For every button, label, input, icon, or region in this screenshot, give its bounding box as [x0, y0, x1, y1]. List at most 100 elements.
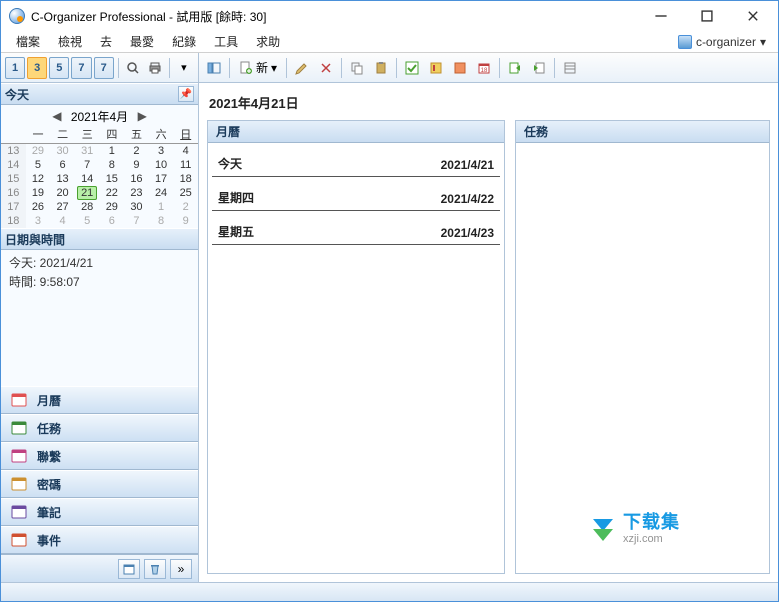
- delete-button[interactable]: [315, 57, 337, 79]
- paste-button[interactable]: [370, 57, 392, 79]
- calendar-day[interactable]: 23: [124, 186, 149, 200]
- maximize-button[interactable]: [684, 1, 730, 31]
- calendar-day[interactable]: 29: [100, 200, 125, 214]
- calendar-day[interactable]: 12: [26, 172, 51, 186]
- calendar-day[interactable]: 6: [50, 158, 75, 172]
- view-1-day-button[interactable]: 1: [5, 57, 25, 79]
- calendar-day[interactable]: 7: [75, 158, 100, 172]
- nav-item-1[interactable]: 任務: [1, 414, 198, 442]
- checkall-button[interactable]: [401, 57, 423, 79]
- next-month-button[interactable]: ▶: [136, 109, 148, 123]
- agenda-row[interactable]: 今天 2021/4/21: [212, 149, 500, 177]
- nav-item-4[interactable]: 筆記: [1, 498, 198, 526]
- calendar-day[interactable]: 4: [50, 214, 75, 228]
- today-date-line: 今天: 2021/4/21: [9, 254, 190, 273]
- menu-view[interactable]: 檢視: [49, 31, 91, 52]
- today-button[interactable]: 18: [473, 57, 495, 79]
- edit-button[interactable]: [291, 57, 313, 79]
- calendar-day[interactable]: 11: [173, 158, 198, 172]
- calendar-day[interactable]: 24: [149, 186, 174, 200]
- copy-button[interactable]: [346, 57, 368, 79]
- search-button[interactable]: [123, 57, 143, 79]
- flag-button[interactable]: [425, 57, 447, 79]
- main-area: 2021年4月21日 月曆 今天 2021/4/21 星期四 2021/4/22…: [199, 83, 778, 582]
- calendar-day[interactable]: 1: [100, 144, 125, 159]
- prev-month-button[interactable]: ◀: [51, 109, 63, 123]
- pin-button[interactable]: 📌: [178, 86, 194, 102]
- calendar-day[interactable]: 13: [50, 172, 75, 186]
- calendar-day[interactable]: 3: [26, 214, 51, 228]
- dropdown-icon: ▾: [760, 35, 766, 49]
- svg-text:18: 18: [481, 68, 488, 74]
- calendar-day[interactable]: 8: [149, 214, 174, 228]
- calendar-day[interactable]: 3: [149, 144, 174, 159]
- calendar-day[interactable]: 29: [26, 144, 51, 159]
- calendar-day[interactable]: 22: [100, 186, 125, 200]
- calendar-day[interactable]: 25: [173, 186, 198, 200]
- mini-calendar[interactable]: 一二三四五六日 13293031123414567891011151213141…: [1, 125, 198, 228]
- calendar-day[interactable]: 28: [75, 200, 100, 214]
- calendar-day[interactable]: 19: [26, 186, 51, 200]
- calendar-day[interactable]: 31: [75, 144, 100, 159]
- menu-go[interactable]: 去: [91, 31, 121, 52]
- view-3-day-button[interactable]: 3: [27, 57, 47, 79]
- menu-help[interactable]: 求助: [247, 31, 289, 52]
- calendar-day[interactable]: 17: [149, 172, 174, 186]
- nav-item-5[interactable]: 事件: [1, 526, 198, 554]
- menu-tools[interactable]: 工具: [205, 31, 247, 52]
- list-view-button[interactable]: [559, 57, 581, 79]
- calendar-day[interactable]: 18: [173, 172, 198, 186]
- view-week-button[interactable]: 7: [71, 57, 91, 79]
- calendar-day[interactable]: 8: [100, 158, 125, 172]
- calendar-day[interactable]: 2: [124, 144, 149, 159]
- calendar-day[interactable]: 2: [173, 200, 198, 214]
- close-button[interactable]: [730, 1, 776, 31]
- footer-calendar-button[interactable]: [118, 559, 140, 579]
- import-button[interactable]: [528, 57, 550, 79]
- calendar-day[interactable]: 14: [75, 172, 100, 186]
- nav-item-label: 筆記: [37, 504, 61, 521]
- nav-item-2[interactable]: 聯繫: [1, 442, 198, 470]
- agenda-row[interactable]: 星期五 2021/4/23: [212, 217, 500, 245]
- calendar-day[interactable]: 9: [124, 158, 149, 172]
- footer-trash-button[interactable]: [144, 559, 166, 579]
- calendar-day[interactable]: 20: [50, 186, 75, 200]
- menu-file[interactable]: 檔案: [7, 31, 49, 52]
- calendar-day[interactable]: 10: [149, 158, 174, 172]
- calendar-day[interactable]: 9: [173, 214, 198, 228]
- calendar-day[interactable]: 27: [50, 200, 75, 214]
- calendar-day[interactable]: 5: [75, 214, 100, 228]
- calendar-day[interactable]: 30: [50, 144, 75, 159]
- print-button[interactable]: [145, 57, 165, 79]
- calendar-day[interactable]: 21: [75, 186, 100, 200]
- export-button[interactable]: [504, 57, 526, 79]
- footer-expand-button[interactable]: »: [170, 559, 192, 579]
- datetime-info: 今天: 2021/4/21 時間: 9:58:07: [1, 250, 198, 386]
- new-button[interactable]: 新 ▾: [234, 57, 282, 79]
- calendar-day[interactable]: 1: [149, 200, 174, 214]
- agenda-row[interactable]: 星期四 2021/4/22: [212, 183, 500, 211]
- database-selector[interactable]: c-organizer ▾: [672, 35, 772, 49]
- menu-records[interactable]: 紀錄: [163, 31, 205, 52]
- calendar-day[interactable]: 16: [124, 172, 149, 186]
- calendar-day[interactable]: 15: [100, 172, 125, 186]
- calendar-day[interactable]: 5: [26, 158, 51, 172]
- calendar-day[interactable]: 7: [124, 214, 149, 228]
- calendar-day[interactable]: 26: [26, 200, 51, 214]
- calendar-title: 2021年4月: [71, 108, 128, 125]
- toggle-sidebar-button[interactable]: [203, 57, 225, 79]
- nav-item-3[interactable]: 密碼: [1, 470, 198, 498]
- task-panel-title: 任務: [516, 121, 769, 143]
- more-button[interactable]: ▾: [174, 57, 194, 79]
- view-5-day-button[interactable]: 5: [49, 57, 69, 79]
- view-month-button[interactable]: 7: [94, 57, 114, 79]
- calendar-day[interactable]: 30: [124, 200, 149, 214]
- minimize-button[interactable]: [638, 1, 684, 31]
- calendar-day[interactable]: 6: [100, 214, 125, 228]
- menu-favorites[interactable]: 最愛: [121, 31, 163, 52]
- database-name: c-organizer: [696, 35, 756, 49]
- highlight-button[interactable]: [449, 57, 471, 79]
- month-panel-title: 月曆: [208, 121, 504, 143]
- calendar-day[interactable]: 4: [173, 144, 198, 159]
- nav-item-0[interactable]: 月曆: [1, 386, 198, 414]
